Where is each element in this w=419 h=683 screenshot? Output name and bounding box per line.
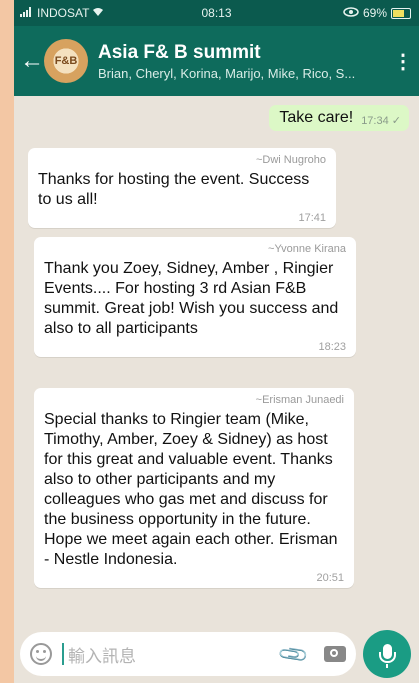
message-text: Thank you Zoey, Sidney, Amber , Ringier …	[44, 260, 339, 337]
signal-icon	[20, 6, 34, 20]
checkmark-icon: ✓	[391, 115, 401, 127]
input-bar: 輸入訊息 📎	[14, 626, 419, 683]
message-sender: ~Yvonne Kirana	[268, 243, 346, 255]
message-text: Take care!	[279, 109, 354, 126]
eye-icon	[343, 6, 359, 20]
message-time: 17:34	[361, 115, 389, 127]
mic-icon	[378, 643, 396, 668]
sent-message[interactable]: Take care! 17:34 ✓	[269, 105, 409, 131]
message-time: 17:41	[298, 212, 326, 224]
menu-icon[interactable]: ⋮	[393, 49, 413, 74]
status-bar: INDOSAT 08:13 69%	[14, 0, 419, 26]
received-message[interactable]: ~Erisman Junaedi Special thanks to Ringi…	[34, 388, 354, 588]
message-list[interactable]: Take care! 17:34 ✓ ~Dwi Nugroho Thanks f…	[14, 96, 419, 626]
group-name: Asia F& B summit	[98, 41, 261, 63]
received-message[interactable]: ~Yvonne Kirana Thank you Zoey, Sidney, A…	[34, 237, 356, 357]
message-time: 18:23	[318, 341, 346, 353]
back-arrow-icon[interactable]: ←	[20, 47, 44, 75]
message-sender: ~Dwi Nugroho	[255, 154, 326, 166]
battery-percent: 69%	[362, 6, 387, 20]
attach-icon[interactable]: 📎	[276, 636, 311, 671]
message-text: Thanks for hosting the event. Success to…	[38, 171, 310, 208]
chat-title-block[interactable]: Asia F& B summit Brian, Cheryl, Korina, …	[98, 42, 393, 81]
carrier-name: INDOSAT	[37, 6, 90, 20]
emoji-icon[interactable]	[30, 643, 52, 665]
whatsapp-screen: INDOSAT 08:13 69% ← F&B Asia F& B summit…	[14, 0, 419, 683]
message-text: Special thanks to Ringier team (Mike, Ti…	[44, 411, 338, 568]
mic-button[interactable]	[363, 630, 411, 678]
chat-header[interactable]: ← F&B Asia F& B summit Brian, Cheryl, Ko…	[14, 26, 419, 96]
message-sender: ~Erisman Junaedi	[255, 394, 344, 406]
message-placeholder[interactable]: 輸入訊息	[68, 642, 281, 667]
group-avatar[interactable]: F&B	[44, 39, 88, 83]
battery-icon	[391, 7, 411, 19]
text-cursor	[62, 643, 64, 665]
message-time: 20:51	[316, 572, 344, 584]
camera-icon[interactable]	[324, 646, 346, 662]
group-members: Brian, Cheryl, Korina, Marijo, Mike, Ric…	[98, 65, 356, 81]
message-input[interactable]: 輸入訊息 📎	[20, 632, 356, 676]
received-message[interactable]: ~Dwi Nugroho Thanks for hosting the even…	[28, 148, 336, 228]
wifi-icon	[92, 6, 104, 20]
